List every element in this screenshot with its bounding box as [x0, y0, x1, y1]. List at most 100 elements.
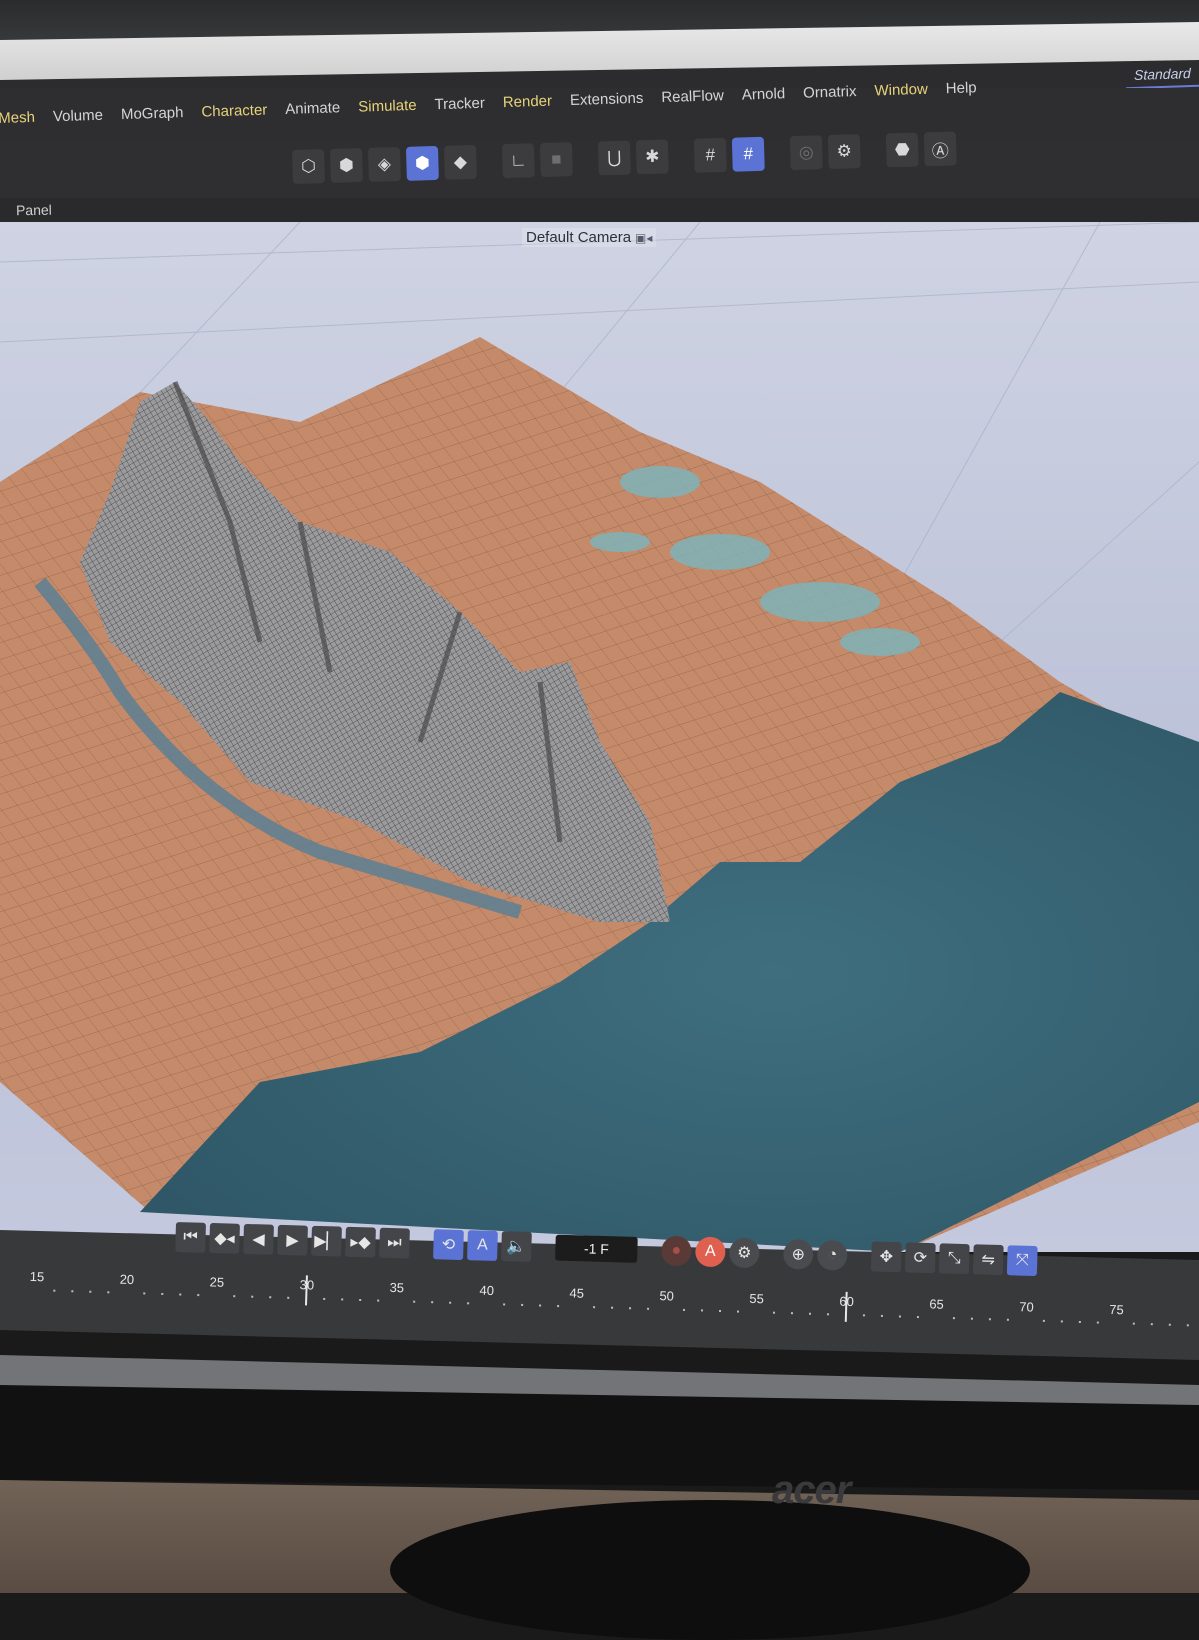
go-to-end-icon[interactable]: ⏭	[379, 1227, 410, 1259]
tick-dot	[1078, 1320, 1081, 1324]
grid-snap-icon[interactable]: #	[693, 137, 727, 173]
tick-dot	[359, 1298, 362, 1302]
menu-mesh[interactable]: Mesh	[0, 109, 35, 127]
key-param-icon[interactable]: ⇋	[972, 1244, 1004, 1276]
menu-extensions[interactable]: Extensions	[570, 90, 644, 109]
tick-dot	[161, 1292, 164, 1295]
tick-dot	[341, 1298, 344, 1301]
tick-label-20: 20	[119, 1271, 135, 1288]
previous-key-icon[interactable]: ◆◂	[209, 1222, 240, 1254]
tick-dot	[898, 1315, 901, 1318]
tick-dot	[1150, 1323, 1153, 1326]
tick-dot	[251, 1295, 254, 1298]
tick-label-50: 50	[659, 1288, 675, 1304]
render-region-icon[interactable]: ◎	[789, 135, 823, 171]
axis-icon[interactable]: ∟	[501, 143, 535, 179]
menu-mograph[interactable]: MoGraph	[121, 104, 184, 123]
tick-dot	[736, 1310, 740, 1313]
menu-ornatrix[interactable]: Ornatrix	[803, 83, 857, 102]
autokey-icon[interactable]: A	[694, 1236, 726, 1268]
tick-dot	[647, 1307, 650, 1310]
tick-label-45: 45	[569, 1285, 585, 1301]
edges-mode-icon[interactable]: ⬢	[329, 148, 363, 183]
tick-dot	[1186, 1324, 1189, 1327]
tick-dot	[988, 1318, 991, 1321]
menu-simulate[interactable]: Simulate	[358, 97, 417, 116]
3d-viewport[interactable]: Default Camera ▣◂	[0, 222, 1199, 1252]
tick-dot	[1006, 1318, 1009, 1321]
model-mode-icon[interactable]: ⬢	[405, 145, 439, 181]
loop-icon[interactable]: ⟲	[433, 1229, 464, 1261]
tick-dot	[269, 1296, 272, 1299]
monitor-brand-logo: acer	[772, 1468, 851, 1512]
terrain-scene	[0, 222, 1199, 1252]
key-interpolation-icon[interactable]: ◔	[816, 1239, 848, 1271]
panel-menu[interactable]: Panel	[16, 202, 52, 219]
points-mode-icon[interactable]: ⬡	[292, 149, 325, 184]
menu-window[interactable]: Window	[874, 81, 928, 100]
object-icon[interactable]: ⬣	[885, 132, 919, 168]
previous-frame-icon[interactable]: ◀	[243, 1223, 274, 1255]
record-active-icon[interactable]: ●	[660, 1235, 692, 1267]
menu-render[interactable]: Render	[503, 93, 553, 112]
camera-name: Default Camera	[526, 229, 632, 246]
tick-dot	[197, 1294, 200, 1297]
menu-tracker[interactable]: Tracker	[434, 95, 485, 114]
tick-dot	[287, 1296, 290, 1299]
tick-dot	[952, 1317, 955, 1320]
tick-dot	[629, 1307, 632, 1310]
tick-dot	[862, 1314, 865, 1317]
snap-magnet-icon[interactable]: ⋃	[597, 140, 631, 176]
workplane-snap-icon[interactable]: #	[731, 136, 765, 172]
tick-dot	[377, 1299, 380, 1302]
tick-dot	[718, 1309, 722, 1313]
tick-dot	[1132, 1322, 1135, 1325]
menu-animate[interactable]: Animate	[285, 99, 341, 118]
tick-label-25: 25	[209, 1274, 225, 1290]
playback-mode-icon[interactable]: A	[467, 1230, 498, 1261]
solo-icon[interactable]: ■	[539, 142, 573, 178]
current-frame-field[interactable]: -1 F	[555, 1234, 638, 1263]
arnold-icon[interactable]: Ⓐ	[923, 131, 957, 167]
layout-tab-standard[interactable]: Standard	[1126, 60, 1199, 90]
render-settings-icon[interactable]: ⚙	[827, 134, 861, 170]
tick-dot	[701, 1309, 704, 1312]
tick-label-35: 35	[389, 1279, 405, 1296]
tick-dot	[611, 1306, 614, 1309]
keyframe-selection-icon[interactable]: ⊕	[782, 1238, 814, 1270]
menu-help[interactable]: Help	[946, 79, 977, 97]
sound-icon[interactable]: 🔈	[501, 1231, 532, 1262]
key-position-icon[interactable]: ✥	[870, 1241, 902, 1273]
play-icon[interactable]: ▶	[277, 1224, 308, 1256]
tick-dot	[179, 1293, 182, 1296]
tick-dot	[143, 1292, 146, 1295]
monitor-stand	[390, 1500, 1030, 1640]
next-key-icon[interactable]: ▸◆	[345, 1226, 376, 1258]
polygons-mode-icon[interactable]: ◈	[367, 146, 401, 182]
tick-dot	[503, 1303, 506, 1306]
tick-dot	[323, 1297, 326, 1300]
key-settings-icon[interactable]: ⚙	[728, 1237, 760, 1269]
tick-dot	[772, 1311, 776, 1314]
key-pla-icon[interactable]: ⤧	[1006, 1245, 1038, 1277]
tick-dot	[970, 1317, 973, 1320]
menu-arnold[interactable]: Arnold	[742, 85, 786, 103]
menu-volume[interactable]: Volume	[53, 107, 104, 126]
key-rotation-icon[interactable]: ⟳	[904, 1242, 936, 1274]
tick-dot	[233, 1295, 236, 1298]
key-scale-icon[interactable]: ⤡	[938, 1243, 970, 1275]
camera-icon[interactable]: ▣◂	[635, 231, 652, 245]
next-frame-icon[interactable]: ▶▏	[311, 1225, 342, 1257]
texture-mode-icon[interactable]: ◆	[443, 144, 477, 180]
menu-realflow[interactable]: RealFlow	[661, 87, 724, 106]
camera-label[interactable]: Default Camera ▣◂	[522, 228, 657, 247]
tick-dot	[431, 1301, 434, 1304]
snap-settings-icon[interactable]: ✱	[635, 139, 669, 175]
menu-character[interactable]: Character	[201, 102, 267, 121]
tick-label-65: 65	[929, 1296, 945, 1312]
tick-dot	[413, 1300, 416, 1303]
tick-dot	[1060, 1320, 1063, 1323]
tick-dot	[539, 1304, 542, 1307]
go-to-start-icon[interactable]: ⏮	[175, 1222, 206, 1253]
tick-dot	[593, 1306, 596, 1309]
